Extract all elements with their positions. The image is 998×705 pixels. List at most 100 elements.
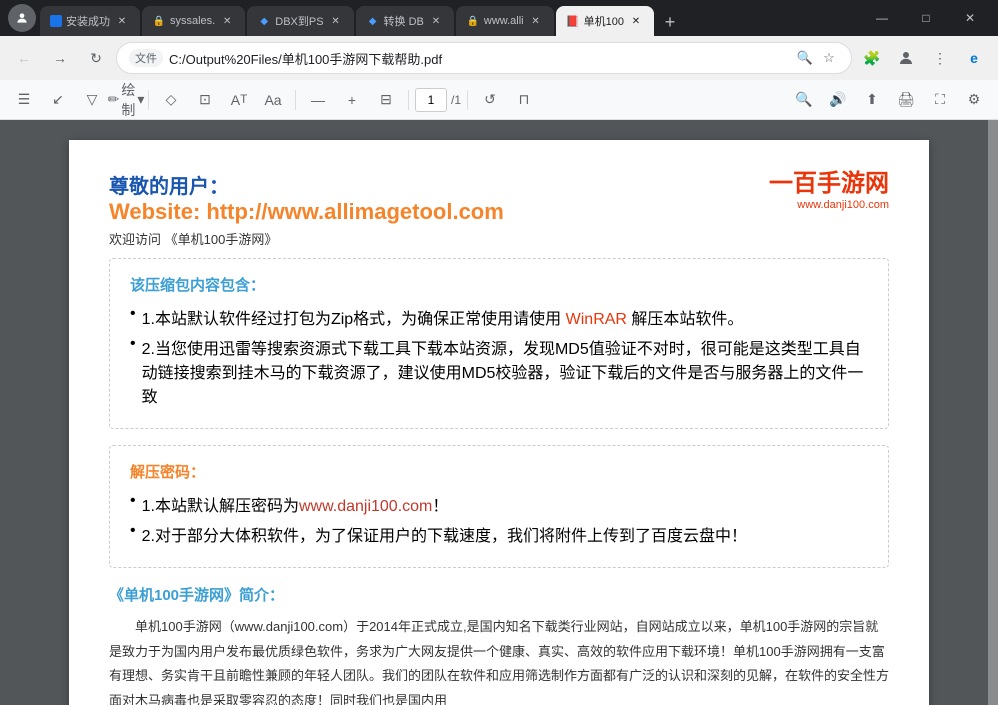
tab-favicon-dbx: ◆ — [257, 14, 271, 28]
toolbar-right: 🧩 ⋮ e — [856, 42, 990, 74]
address-icons: 🔍 ☆ — [795, 48, 839, 68]
winrar-link: WinRAR — [566, 311, 627, 328]
tab-close-install[interactable]: ✕ — [114, 13, 130, 29]
section2-text1: 1.本站默认解压密码为www.danji100.com！ — [142, 492, 449, 516]
dear-user-text: 尊敬的用户： — [109, 170, 229, 199]
profile-icon[interactable] — [8, 4, 36, 32]
pdf-shape-button[interactable]: ⊡ — [189, 84, 221, 116]
browser-chrome: 安装成功 ✕ 🔒 syssales. ✕ ◆ DBX到PS ✕ ◆ 转换 DB … — [0, 0, 998, 80]
address-bar[interactable]: 文件 C:/Output%20Files/单机100手游网下载帮助.pdf 🔍 … — [116, 42, 852, 74]
pdf-header: 尊敬的用户： Website: http://www.allimagetool.… — [109, 170, 889, 248]
pdf-header-left: 尊敬的用户： Website: http://www.allimagetool.… — [109, 170, 709, 248]
tab-dbx[interactable]: ◆ DBX到PS ✕ — [247, 6, 353, 36]
pdf-textbig-button[interactable]: AT — [223, 84, 255, 116]
pdf-crop-button[interactable]: ⊓ — [508, 84, 540, 116]
section2-item1: • 1.本站默认解压密码为www.danji100.com！ — [130, 492, 868, 516]
section1-text2: 2.当您使用迅雷等搜索资源式下载工具下载本站资源，发现MD5值验证不对时，很可能… — [142, 335, 868, 407]
pdf-draw-button[interactable]: ✏ 绘制 ▾ — [110, 84, 142, 116]
section1-text1: 1.本站默认软件经过打包为Zip格式，为确保正常使用请使用 WinRAR 解压本… — [142, 305, 744, 329]
tab-favicon-allimagetool: 🔒 — [466, 14, 480, 28]
pdf-divider-4 — [467, 90, 468, 110]
tab-close-syssales[interactable]: ✕ — [219, 13, 235, 29]
tab-install[interactable]: 安装成功 ✕ — [40, 6, 140, 36]
section3-wrapper: 《单机100手游网》简介： 单机100手游网（www.danji100.com）… — [109, 584, 889, 705]
pdf-menu-button[interactable]: ☰ — [8, 84, 40, 116]
close-button[interactable]: ✕ — [950, 4, 990, 32]
tab-syssales[interactable]: 🔒 syssales. ✕ — [142, 6, 245, 36]
pdf-hand-button[interactable]: ↙ — [42, 84, 74, 116]
tab-title-allimagetool: www.alli — [484, 15, 524, 27]
pdf-select-button[interactable]: ▽ — [76, 84, 108, 116]
bullet3: • — [130, 492, 136, 510]
pdf-fullscreen-button[interactable]: ⛶ — [924, 84, 956, 116]
search-address-icon[interactable]: 🔍 — [795, 48, 815, 68]
address-bar-row: ← → ↻ 文件 C:/Output%20Files/单机100手游网下载帮助.… — [0, 36, 998, 80]
pdf-page-input[interactable] — [415, 88, 447, 112]
forward-button[interactable]: → — [44, 42, 76, 74]
pdf-zoom-in-button[interactable]: + — [336, 84, 368, 116]
pdf-divider-2 — [295, 90, 296, 110]
tab-close-convert[interactable]: ✕ — [428, 13, 444, 29]
tab-title-pdf: 单机100 — [584, 13, 624, 29]
pdf-rotate-button[interactable]: ↺ — [474, 84, 506, 116]
tab-pdf[interactable]: 📕 单机100 ✕ — [556, 6, 654, 36]
password-link: www.danji100.com — [299, 498, 432, 515]
tab-convert[interactable]: ◆ 转换 DB ✕ — [356, 6, 454, 36]
pdf-content-wrapper[interactable]: 尊敬的用户： Website: http://www.allimagetool.… — [0, 120, 998, 705]
profile-button[interactable] — [890, 42, 922, 74]
pdf-draw-icon: ✏ — [108, 91, 120, 108]
section2-box: 解压密码： • 1.本站默认解压密码为www.danji100.com！ • 2… — [109, 445, 889, 568]
scrollbar[interactable] — [988, 120, 998, 705]
tab-title-convert: 转换 DB — [384, 13, 424, 29]
pdf-page: 尊敬的用户： Website: http://www.allimagetool.… — [69, 140, 929, 705]
tab-close-allimagetool[interactable]: ✕ — [528, 13, 544, 29]
tab-favicon-pdf: 📕 — [566, 14, 580, 28]
pdf-divider-3 — [408, 90, 409, 110]
pdf-title-line: 尊敬的用户： — [109, 170, 709, 199]
pdf-text-button[interactable]: Aa — [257, 84, 289, 116]
pdf-settings-button[interactable]: ⚙ — [958, 84, 990, 116]
tab-title-install: 安装成功 — [66, 13, 110, 29]
section3-text: 单机100手游网（www.danji100.com）于2014年正式成立,是国内… — [109, 615, 889, 705]
address-text: C:/Output%20Files/单机100手游网下载帮助.pdf — [169, 49, 789, 68]
maximize-button[interactable]: □ — [906, 4, 946, 32]
title-bar: 安装成功 ✕ 🔒 syssales. ✕ ◆ DBX到PS ✕ ◆ 转换 DB … — [0, 0, 998, 36]
welcome-text: 欢迎访问 — [109, 232, 161, 247]
section1-item2: • 2.当您使用迅雷等搜索资源式下载工具下载本站资源，发现MD5值验证不对时，很… — [130, 335, 868, 407]
bullet2: • — [130, 335, 136, 353]
section3-title: 《单机100手游网》简介： — [109, 584, 889, 605]
tab-favicon-syssales: 🔒 — [152, 14, 166, 28]
tab-close-dbx[interactable]: ✕ — [328, 13, 344, 29]
tab-allimagetool[interactable]: 🔒 www.alli ✕ — [456, 6, 554, 36]
more-button[interactable]: ⋮ — [924, 42, 956, 74]
pdf-draw-label: 绘制 — [121, 80, 135, 120]
welcome-line: 欢迎访问 《单机100手游网》 — [109, 229, 709, 248]
extensions-button[interactable]: 🧩 — [856, 42, 888, 74]
section1-item1: • 1.本站默认软件经过打包为Zip格式，为确保正常使用请使用 WinRAR 解… — [130, 305, 868, 329]
logo-area: 一百手游网 www.danji100.com — [709, 170, 889, 211]
section2-text2: 2.对于部分大体积软件，为了保证用户的下载速度，我们将附件上传到了百度云盘中！ — [142, 522, 747, 546]
pdf-zoom-out-button[interactable]: — — [302, 84, 334, 116]
pdf-search-button[interactable]: 🔍 — [788, 84, 820, 116]
tab-favicon-install — [50, 15, 62, 27]
minimize-button[interactable]: — — [862, 4, 902, 32]
edge-icon: e — [958, 42, 990, 74]
tab-title-dbx: DBX到PS — [275, 13, 323, 29]
website-text: Website: http://www.allimagetool.com — [109, 199, 504, 224]
pdf-tts-button[interactable]: 🔊 — [822, 84, 854, 116]
reload-button[interactable]: ↻ — [80, 42, 112, 74]
tab-close-pdf[interactable]: ✕ — [628, 13, 644, 29]
bullet4: • — [130, 522, 136, 540]
pdf-fit-button[interactable]: ⊟ — [370, 84, 402, 116]
pdf-page-total: /1 — [451, 93, 461, 107]
new-tab-button[interactable]: + — [656, 8, 684, 36]
bookmark-icon[interactable]: ☆ — [819, 48, 839, 68]
back-button[interactable]: ← — [8, 42, 40, 74]
section1-title: 该压缩包内容包含： — [130, 274, 868, 295]
window-buttons: — □ ✕ — [862, 4, 990, 32]
bullet1: • — [130, 305, 136, 323]
pdf-print-button[interactable]: 🖨 — [890, 84, 922, 116]
pdf-erase-button[interactable]: ◇ — [155, 84, 187, 116]
pdf-share-button[interactable]: ⬆ — [856, 84, 888, 116]
pdf-divider-1 — [148, 90, 149, 110]
